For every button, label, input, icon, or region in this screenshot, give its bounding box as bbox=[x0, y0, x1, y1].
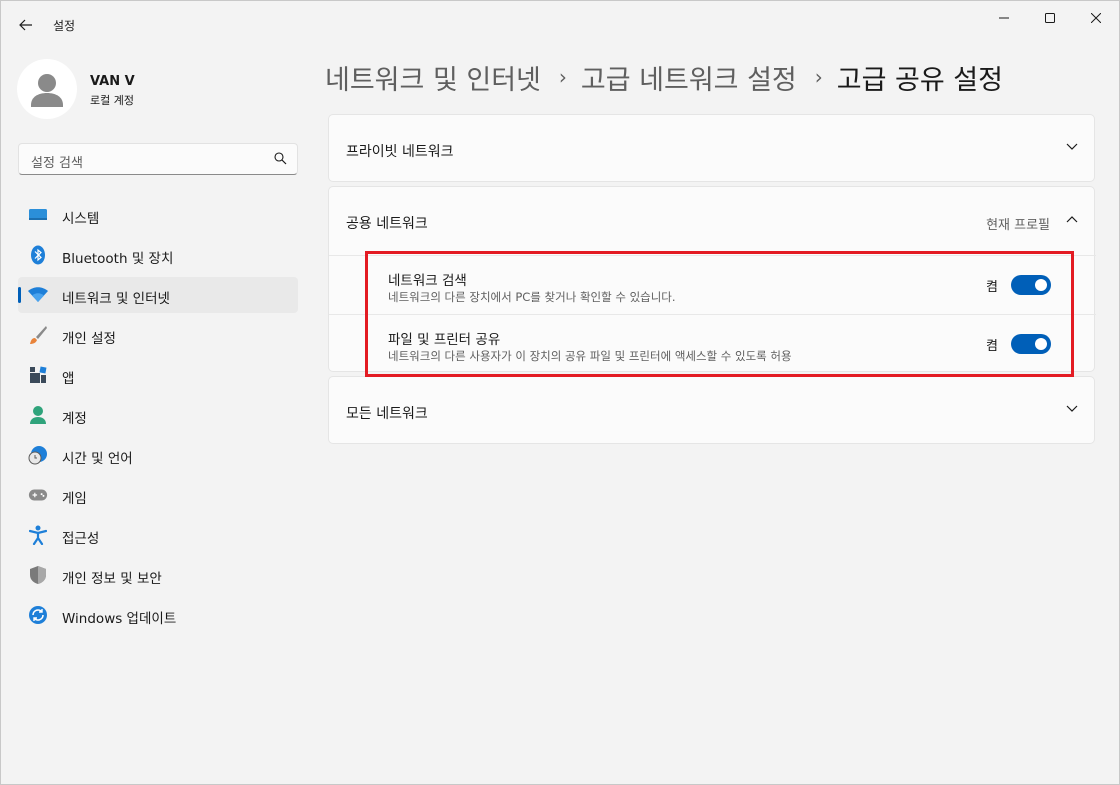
highlight-annotation bbox=[365, 251, 1074, 377]
sidebar-item-windows-update[interactable]: Windows 업데이트 bbox=[18, 597, 298, 633]
gamepad-icon bbox=[28, 486, 48, 504]
user-profile[interactable]: VAN V 로컬 계정 bbox=[17, 59, 297, 119]
section-title: 프라이빗 네트워크 bbox=[346, 144, 454, 160]
back-button[interactable] bbox=[11, 11, 41, 39]
brush-icon bbox=[28, 326, 48, 344]
account-type: 로컬 계정 bbox=[90, 94, 134, 107]
shield-icon bbox=[28, 566, 48, 584]
sidebar-item-label: Bluetooth 및 장치 bbox=[62, 251, 174, 267]
section-title: 모든 네트워크 bbox=[346, 406, 428, 422]
breadcrumb: 네트워크 및 인터넷 › 고급 네트워크 설정 › 고급 공유 설정 bbox=[325, 57, 1003, 97]
chevron-up-icon[interactable] bbox=[1066, 215, 1078, 223]
time-language-icon bbox=[28, 446, 48, 465]
close-icon bbox=[1091, 13, 1101, 23]
chevron-right-icon: › bbox=[558, 65, 567, 89]
all-networks-section[interactable]: 모든 네트워크 bbox=[328, 376, 1095, 444]
section-title: 공용 네트워크 bbox=[346, 216, 428, 232]
avatar-person-icon bbox=[31, 74, 63, 107]
chevron-right-icon: › bbox=[814, 65, 823, 89]
sidebar-item-bluetooth[interactable]: Bluetooth 및 장치 bbox=[18, 237, 298, 273]
sidebar-item-label: 게임 bbox=[62, 491, 87, 507]
sidebar-item-label: 시스템 bbox=[62, 211, 100, 227]
sidebar-item-label: 개인 정보 및 보안 bbox=[62, 571, 162, 587]
sidebar-item-apps[interactable]: 앱 bbox=[18, 357, 298, 393]
current-profile-label: 현재 프로필 bbox=[986, 218, 1050, 233]
bluetooth-icon bbox=[28, 245, 48, 265]
sidebar-item-label: 계정 bbox=[62, 411, 87, 427]
minimize-icon bbox=[999, 17, 1009, 19]
sidebar-item-accessibility[interactable]: 접근성 bbox=[18, 517, 298, 553]
sidebar-item-label: 접근성 bbox=[62, 531, 100, 547]
app-title: 설정 bbox=[53, 19, 76, 33]
private-network-section[interactable]: 프라이빗 네트워크 bbox=[328, 114, 1095, 182]
wifi-icon bbox=[28, 286, 48, 304]
chevron-down-icon bbox=[1066, 143, 1078, 150]
settings-window: 설정 VAN V 로컬 계정 설정 검색 시스템 Bluetooth 및 장치 … bbox=[0, 0, 1120, 785]
update-icon bbox=[28, 606, 48, 624]
maximize-button[interactable] bbox=[1027, 1, 1073, 35]
sidebar-item-personalization[interactable]: 개인 설정 bbox=[18, 317, 298, 353]
sidebar-item-label: 네트워크 및 인터넷 bbox=[62, 291, 170, 307]
title-bar: 설정 bbox=[1, 1, 1119, 49]
chevron-down-icon bbox=[1066, 405, 1078, 412]
breadcrumb-advanced-network[interactable]: 고급 네트워크 설정 bbox=[581, 58, 797, 97]
sidebar-item-label: Windows 업데이트 bbox=[62, 611, 177, 627]
sidebar-item-label: 시간 및 언어 bbox=[62, 451, 133, 467]
search-input[interactable]: 설정 검색 bbox=[31, 152, 83, 171]
accessibility-icon bbox=[28, 525, 48, 545]
back-arrow-icon bbox=[19, 19, 32, 31]
minimize-button[interactable] bbox=[981, 1, 1027, 35]
sidebar-item-system[interactable]: 시스템 bbox=[18, 197, 298, 233]
search-icon bbox=[274, 152, 287, 165]
search-box[interactable]: 설정 검색 bbox=[18, 143, 298, 175]
sidebar-item-privacy-security[interactable]: 개인 정보 및 보안 bbox=[18, 557, 298, 593]
account-icon bbox=[28, 406, 48, 424]
system-icon bbox=[28, 206, 48, 224]
close-button[interactable] bbox=[1073, 1, 1119, 35]
page-title: 고급 공유 설정 bbox=[836, 64, 1003, 96]
sidebar-nav: 시스템 Bluetooth 및 장치 네트워크 및 인터넷 개인 설정 앱 계정… bbox=[18, 197, 298, 637]
sidebar-item-accounts[interactable]: 계정 bbox=[18, 397, 298, 433]
sidebar-item-label: 앱 bbox=[62, 371, 75, 387]
user-name: VAN V bbox=[90, 74, 135, 89]
sidebar-item-time-language[interactable]: 시간 및 언어 bbox=[18, 437, 298, 473]
breadcrumb-network-internet[interactable]: 네트워크 및 인터넷 bbox=[325, 58, 541, 97]
avatar bbox=[17, 59, 77, 119]
maximize-icon bbox=[1045, 13, 1055, 23]
apps-icon bbox=[28, 366, 48, 384]
sidebar-item-label: 개인 설정 bbox=[62, 331, 116, 347]
sidebar-item-gaming[interactable]: 게임 bbox=[18, 477, 298, 513]
sidebar-item-network[interactable]: 네트워크 및 인터넷 bbox=[18, 277, 298, 313]
